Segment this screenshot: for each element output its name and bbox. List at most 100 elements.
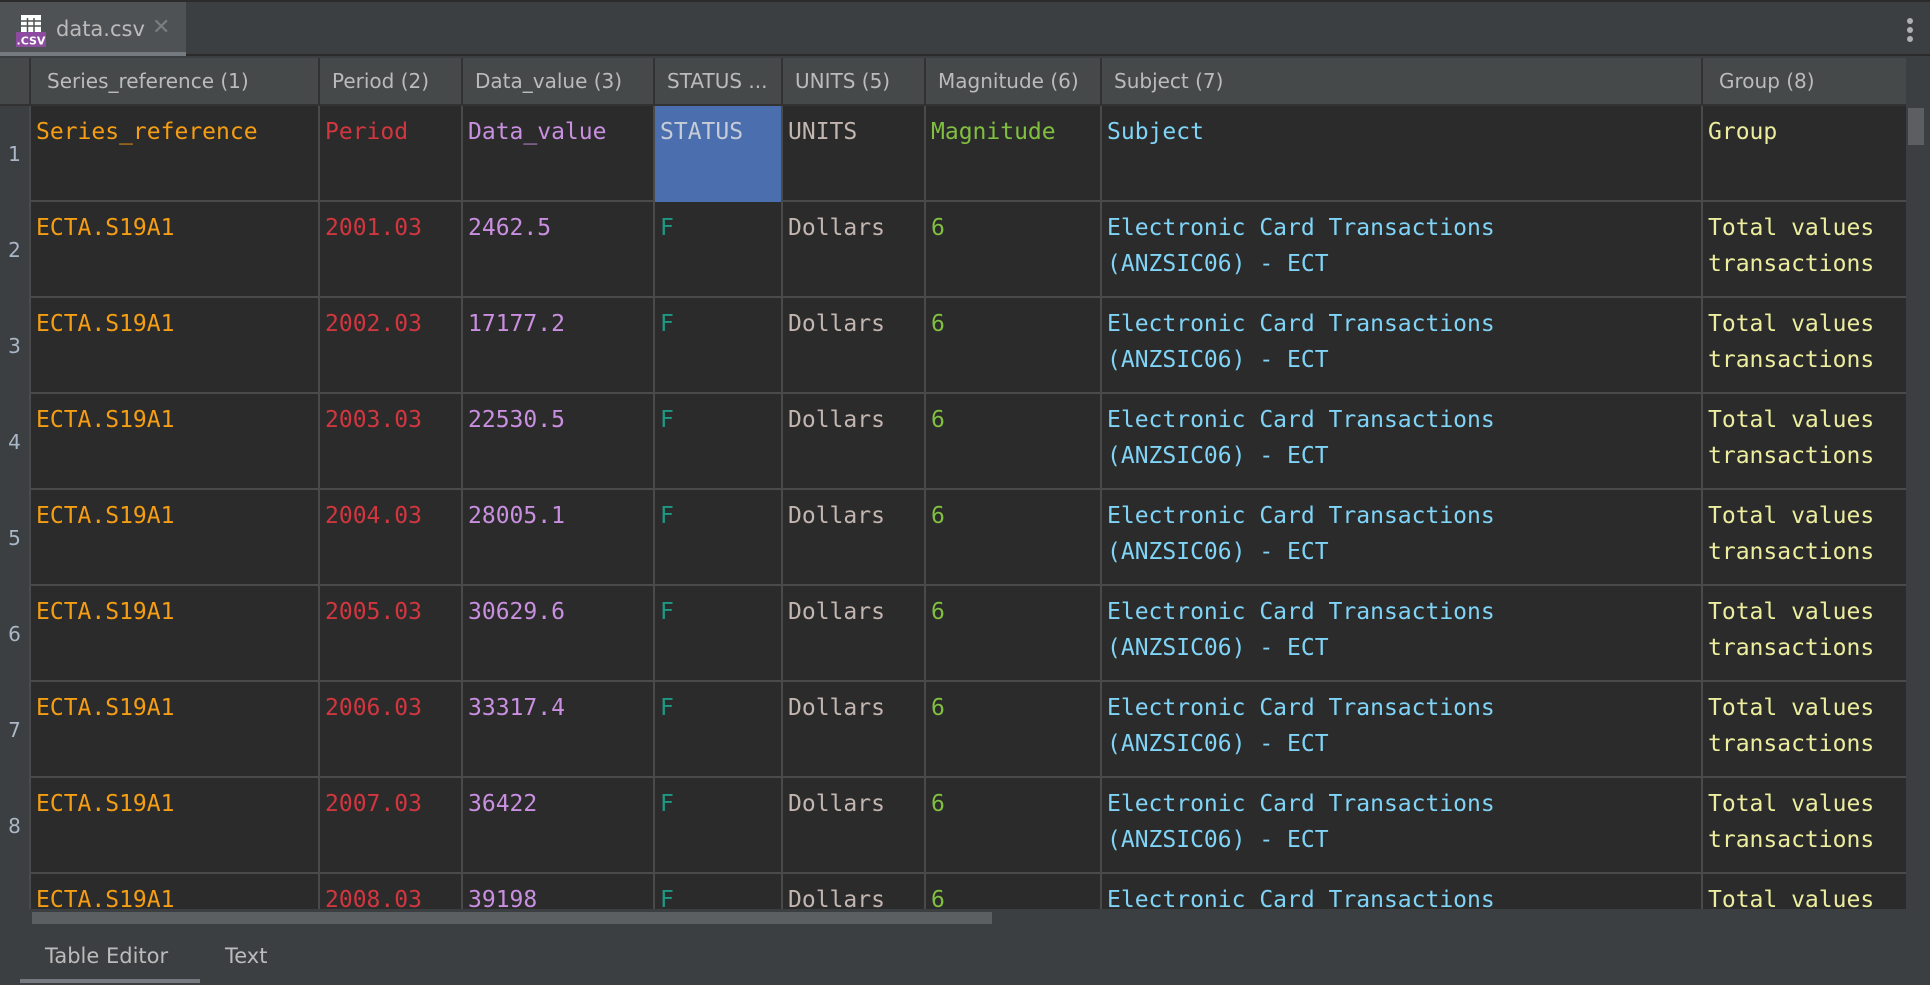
cell-series-reference[interactable]: ECTA.S19A1 xyxy=(29,586,319,682)
cell-data-value[interactable]: 2462.5 xyxy=(461,202,655,298)
corner-cell[interactable] xyxy=(0,58,29,104)
cell-series-reference[interactable]: ECTA.S19A1 xyxy=(29,490,319,586)
cell-data-value[interactable]: 36422 xyxy=(461,778,655,874)
cell-series-reference[interactable]: ECTA.S19A1 xyxy=(29,682,319,778)
row-number[interactable]: 2 xyxy=(0,202,29,298)
column-header-subject[interactable]: Subject (7) xyxy=(1100,58,1703,104)
cell-group[interactable]: Total values transactions xyxy=(1701,298,1906,394)
cell-data-value[interactable]: 30629.6 xyxy=(461,586,655,682)
tab-data-csv[interactable]: .CSV data.csv ✕ xyxy=(0,2,186,56)
cell-status[interactable]: F xyxy=(653,778,783,874)
cell-magnitude[interactable]: 6 xyxy=(924,778,1102,874)
cell-units[interactable]: UNITS xyxy=(781,106,926,202)
cell-series-reference[interactable]: ECTA.S19A1 xyxy=(29,298,319,394)
cell-group[interactable]: Total values transactions xyxy=(1701,586,1906,682)
cell-period[interactable]: 2006.03 xyxy=(318,682,463,778)
tab-text[interactable]: Text xyxy=(225,944,267,968)
row-number[interactable]: 6 xyxy=(0,586,29,682)
cell-period[interactable]: Period xyxy=(318,106,463,202)
cell-data-value[interactable]: Data_value xyxy=(461,106,655,202)
cell-units[interactable]: Dollars xyxy=(781,202,926,298)
row-number[interactable]: 3 xyxy=(0,298,29,394)
cell-subject[interactable]: Electronic Card Transactions (ANZSIC06) … xyxy=(1100,778,1703,874)
row-number[interactable]: 4 xyxy=(0,394,29,490)
row-number[interactable]: 7 xyxy=(0,682,29,778)
cell-data-value[interactable]: 22530.5 xyxy=(461,394,655,490)
cell-data-value[interactable]: 33317.4 xyxy=(461,682,655,778)
cell-units[interactable]: Dollars xyxy=(781,586,926,682)
cell-units[interactable]: Dollars xyxy=(781,778,926,874)
cell-group[interactable]: Total values transactions xyxy=(1701,202,1906,298)
cell-status[interactable]: F xyxy=(653,682,783,778)
cell-period[interactable]: 2007.03 xyxy=(318,778,463,874)
column-header-group[interactable]: Group (8) xyxy=(1701,58,1906,104)
cell-series-reference[interactable]: ECTA.S19A1 xyxy=(29,874,319,909)
cell-units[interactable]: Dollars xyxy=(781,682,926,778)
column-header-units[interactable]: UNITS (5) xyxy=(781,58,926,104)
column-header-magnitude[interactable]: Magnitude (6) xyxy=(924,58,1102,104)
cell-subject[interactable]: Electronic Card Transactions (ANZSIC06) … xyxy=(1100,682,1703,778)
cell-group[interactable]: Total values transactions xyxy=(1701,778,1906,874)
cell-status[interactable]: F xyxy=(653,586,783,682)
cell-magnitude[interactable]: 6 xyxy=(924,298,1102,394)
row-number[interactable]: 9 xyxy=(0,874,29,909)
cell-group[interactable]: Total values transactions xyxy=(1701,682,1906,778)
cell-period[interactable]: 2004.03 xyxy=(318,490,463,586)
cell-series-reference[interactable]: ECTA.S19A1 xyxy=(29,394,319,490)
cell-units[interactable]: Dollars xyxy=(781,394,926,490)
cell-subject[interactable]: Electronic Card Transactions (ANZSIC06) … xyxy=(1100,202,1703,298)
column-header-data-value[interactable]: Data_value (3) xyxy=(461,58,655,104)
column-header-period[interactable]: Period (2) xyxy=(318,58,463,104)
cell-magnitude[interactable]: 6 xyxy=(924,394,1102,490)
cell-group[interactable]: Total values transactions xyxy=(1701,394,1906,490)
cell-status[interactable]: F xyxy=(653,874,783,909)
cell-group[interactable]: Total values transactions xyxy=(1701,490,1906,586)
cell-status[interactable]: F xyxy=(653,394,783,490)
tab-table-editor[interactable]: Table Editor xyxy=(45,944,168,968)
cell-status[interactable]: F xyxy=(653,298,783,394)
cell-period[interactable]: 2003.03 xyxy=(318,394,463,490)
horizontal-scrollbar-thumb[interactable] xyxy=(32,912,992,924)
close-tab-icon[interactable]: ✕ xyxy=(152,15,170,40)
cell-subject[interactable]: Subject xyxy=(1100,106,1703,202)
cell-magnitude[interactable]: 6 xyxy=(924,682,1102,778)
table-row: 9ECTA.S19A12008.0339198FDollars6Electron… xyxy=(0,874,1906,909)
cell-magnitude[interactable]: 6 xyxy=(924,202,1102,298)
cell-data-value[interactable]: 39198 xyxy=(461,874,655,909)
cell-series-reference[interactable]: ECTA.S19A1 xyxy=(29,778,319,874)
cell-magnitude[interactable]: 6 xyxy=(924,490,1102,586)
cell-status[interactable]: F xyxy=(653,490,783,586)
cell-series-reference[interactable]: Series_reference xyxy=(29,106,319,202)
cell-series-reference[interactable]: ECTA.S19A1 xyxy=(29,202,319,298)
cell-subject[interactable]: Electronic Card Transactions (ANZSIC06) … xyxy=(1100,394,1703,490)
cell-group[interactable]: Group xyxy=(1701,106,1906,202)
cell-magnitude[interactable]: 6 xyxy=(924,586,1102,682)
cell-subject[interactable]: Electronic Card Transactions (ANZSIC06) … xyxy=(1100,490,1703,586)
vertical-scrollbar-thumb[interactable] xyxy=(1908,108,1924,145)
cell-units[interactable]: Dollars xyxy=(781,874,926,909)
row-number[interactable]: 5 xyxy=(0,490,29,586)
cell-magnitude[interactable]: Magnitude xyxy=(924,106,1102,202)
cell-data-value[interactable]: 17177.2 xyxy=(461,298,655,394)
column-header-series-reference[interactable]: Series_reference (1) xyxy=(29,58,319,104)
column-header-status[interactable]: STATUS ... xyxy=(653,58,783,104)
cell-period[interactable]: 2008.03 xyxy=(318,874,463,909)
cell-group[interactable]: Total values transactions xyxy=(1701,874,1906,909)
cell-period[interactable]: 2005.03 xyxy=(318,586,463,682)
cell-data-value[interactable]: 28005.1 xyxy=(461,490,655,586)
cell-subject[interactable]: Electronic Card Transactions (ANZSIC06) … xyxy=(1100,586,1703,682)
more-options-icon[interactable] xyxy=(1906,18,1914,44)
cell-period[interactable]: 2002.03 xyxy=(318,298,463,394)
cell-units[interactable]: Dollars xyxy=(781,298,926,394)
cell-status[interactable]: STATUS xyxy=(653,106,783,202)
row-number[interactable]: 1 xyxy=(0,106,29,202)
cell-subject[interactable]: Electronic Card Transactions (ANZSIC06) … xyxy=(1100,298,1703,394)
row-number[interactable]: 8 xyxy=(0,778,29,874)
cell-status[interactable]: F xyxy=(653,202,783,298)
vertical-scrollbar[interactable] xyxy=(1906,58,1930,926)
cell-units[interactable]: Dollars xyxy=(781,490,926,586)
cell-period[interactable]: 2001.03 xyxy=(318,202,463,298)
cell-subject[interactable]: Electronic Card Transactions (ANZSIC06) … xyxy=(1100,874,1703,909)
horizontal-scrollbar[interactable] xyxy=(0,909,1906,926)
cell-magnitude[interactable]: 6 xyxy=(924,874,1102,909)
